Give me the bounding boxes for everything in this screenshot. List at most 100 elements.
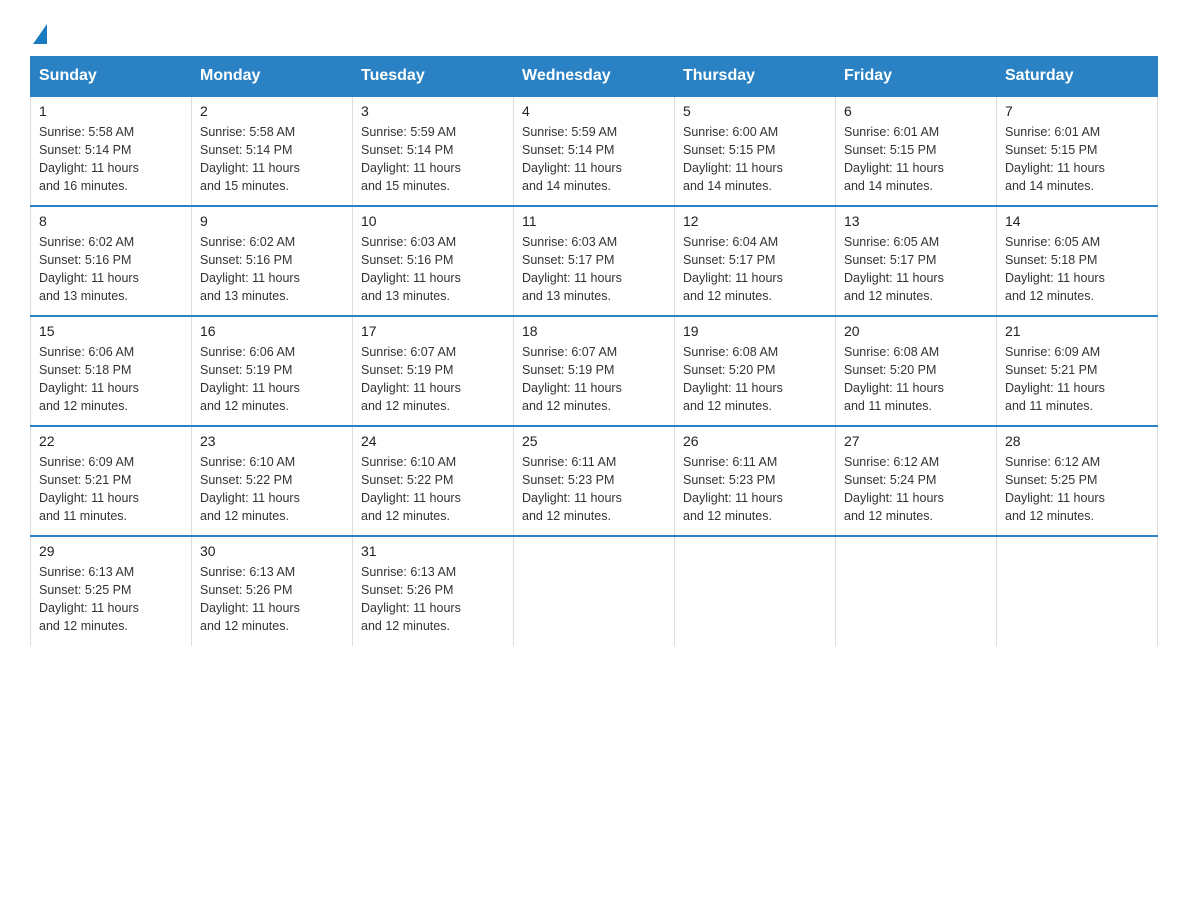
day-number: 12 (683, 213, 827, 229)
calendar-cell: 9 Sunrise: 6:02 AMSunset: 5:16 PMDayligh… (192, 206, 353, 316)
day-info: Sunrise: 6:13 AMSunset: 5:25 PMDaylight:… (39, 563, 183, 636)
calendar-cell: 4 Sunrise: 5:59 AMSunset: 5:14 PMDayligh… (514, 96, 675, 206)
calendar-week-row: 1 Sunrise: 5:58 AMSunset: 5:14 PMDayligh… (31, 96, 1158, 206)
calendar-cell: 24 Sunrise: 6:10 AMSunset: 5:22 PMDaylig… (353, 426, 514, 536)
calendar-cell: 10 Sunrise: 6:03 AMSunset: 5:16 PMDaylig… (353, 206, 514, 316)
calendar-cell (675, 536, 836, 646)
day-number: 24 (361, 433, 505, 449)
calendar-cell: 11 Sunrise: 6:03 AMSunset: 5:17 PMDaylig… (514, 206, 675, 316)
calendar-cell: 14 Sunrise: 6:05 AMSunset: 5:18 PMDaylig… (997, 206, 1158, 316)
day-info: Sunrise: 6:08 AMSunset: 5:20 PMDaylight:… (683, 343, 827, 416)
day-number: 25 (522, 433, 666, 449)
calendar-cell: 27 Sunrise: 6:12 AMSunset: 5:24 PMDaylig… (836, 426, 997, 536)
day-number: 18 (522, 323, 666, 339)
calendar-cell: 15 Sunrise: 6:06 AMSunset: 5:18 PMDaylig… (31, 316, 192, 426)
day-info: Sunrise: 6:03 AMSunset: 5:17 PMDaylight:… (522, 233, 666, 306)
calendar-cell: 16 Sunrise: 6:06 AMSunset: 5:19 PMDaylig… (192, 316, 353, 426)
day-number: 8 (39, 213, 183, 229)
day-number: 23 (200, 433, 344, 449)
day-info: Sunrise: 6:13 AMSunset: 5:26 PMDaylight:… (200, 563, 344, 636)
day-info: Sunrise: 6:03 AMSunset: 5:16 PMDaylight:… (361, 233, 505, 306)
day-number: 3 (361, 103, 505, 119)
calendar-cell: 28 Sunrise: 6:12 AMSunset: 5:25 PMDaylig… (997, 426, 1158, 536)
calendar-cell: 12 Sunrise: 6:04 AMSunset: 5:17 PMDaylig… (675, 206, 836, 316)
day-info: Sunrise: 6:04 AMSunset: 5:17 PMDaylight:… (683, 233, 827, 306)
day-number: 19 (683, 323, 827, 339)
day-number: 27 (844, 433, 988, 449)
calendar-cell: 25 Sunrise: 6:11 AMSunset: 5:23 PMDaylig… (514, 426, 675, 536)
day-info: Sunrise: 6:10 AMSunset: 5:22 PMDaylight:… (361, 453, 505, 526)
day-number: 17 (361, 323, 505, 339)
day-number: 29 (39, 543, 183, 559)
calendar-cell: 29 Sunrise: 6:13 AMSunset: 5:25 PMDaylig… (31, 536, 192, 646)
day-number: 30 (200, 543, 344, 559)
day-info: Sunrise: 6:09 AMSunset: 5:21 PMDaylight:… (39, 453, 183, 526)
day-info: Sunrise: 6:07 AMSunset: 5:19 PMDaylight:… (522, 343, 666, 416)
calendar-cell (836, 536, 997, 646)
day-number: 15 (39, 323, 183, 339)
day-info: Sunrise: 5:58 AMSunset: 5:14 PMDaylight:… (39, 123, 183, 196)
day-info: Sunrise: 6:07 AMSunset: 5:19 PMDaylight:… (361, 343, 505, 416)
calendar-cell: 3 Sunrise: 5:59 AMSunset: 5:14 PMDayligh… (353, 96, 514, 206)
logo-triangle-icon (33, 24, 47, 44)
day-info: Sunrise: 5:58 AMSunset: 5:14 PMDaylight:… (200, 123, 344, 196)
day-number: 10 (361, 213, 505, 229)
day-number: 5 (683, 103, 827, 119)
calendar-cell: 5 Sunrise: 6:00 AMSunset: 5:15 PMDayligh… (675, 96, 836, 206)
day-number: 6 (844, 103, 988, 119)
day-info: Sunrise: 6:09 AMSunset: 5:21 PMDaylight:… (1005, 343, 1149, 416)
day-info: Sunrise: 6:02 AMSunset: 5:16 PMDaylight:… (200, 233, 344, 306)
day-number: 11 (522, 213, 666, 229)
day-number: 1 (39, 103, 183, 119)
day-info: Sunrise: 6:01 AMSunset: 5:15 PMDaylight:… (1005, 123, 1149, 196)
calendar-cell: 31 Sunrise: 6:13 AMSunset: 5:26 PMDaylig… (353, 536, 514, 646)
calendar-week-row: 22 Sunrise: 6:09 AMSunset: 5:21 PMDaylig… (31, 426, 1158, 536)
calendar-cell: 21 Sunrise: 6:09 AMSunset: 5:21 PMDaylig… (997, 316, 1158, 426)
day-info: Sunrise: 6:05 AMSunset: 5:18 PMDaylight:… (1005, 233, 1149, 306)
day-number: 9 (200, 213, 344, 229)
day-number: 20 (844, 323, 988, 339)
day-number: 14 (1005, 213, 1149, 229)
weekday-header-tuesday: Tuesday (353, 57, 514, 97)
day-info: Sunrise: 6:01 AMSunset: 5:15 PMDaylight:… (844, 123, 988, 196)
day-info: Sunrise: 6:11 AMSunset: 5:23 PMDaylight:… (522, 453, 666, 526)
calendar-cell (997, 536, 1158, 646)
day-number: 22 (39, 433, 183, 449)
day-info: Sunrise: 5:59 AMSunset: 5:14 PMDaylight:… (361, 123, 505, 196)
calendar-week-row: 8 Sunrise: 6:02 AMSunset: 5:16 PMDayligh… (31, 206, 1158, 316)
calendar-cell: 6 Sunrise: 6:01 AMSunset: 5:15 PMDayligh… (836, 96, 997, 206)
day-info: Sunrise: 6:13 AMSunset: 5:26 PMDaylight:… (361, 563, 505, 636)
day-number: 31 (361, 543, 505, 559)
day-number: 21 (1005, 323, 1149, 339)
weekday-header-friday: Friday (836, 57, 997, 97)
calendar-cell: 19 Sunrise: 6:08 AMSunset: 5:20 PMDaylig… (675, 316, 836, 426)
day-info: Sunrise: 6:06 AMSunset: 5:19 PMDaylight:… (200, 343, 344, 416)
day-info: Sunrise: 6:08 AMSunset: 5:20 PMDaylight:… (844, 343, 988, 416)
calendar-cell: 8 Sunrise: 6:02 AMSunset: 5:16 PMDayligh… (31, 206, 192, 316)
calendar-cell: 22 Sunrise: 6:09 AMSunset: 5:21 PMDaylig… (31, 426, 192, 536)
calendar-cell: 18 Sunrise: 6:07 AMSunset: 5:19 PMDaylig… (514, 316, 675, 426)
weekday-header-thursday: Thursday (675, 57, 836, 97)
calendar-cell: 17 Sunrise: 6:07 AMSunset: 5:19 PMDaylig… (353, 316, 514, 426)
day-info: Sunrise: 6:05 AMSunset: 5:17 PMDaylight:… (844, 233, 988, 306)
day-number: 7 (1005, 103, 1149, 119)
day-number: 2 (200, 103, 344, 119)
day-info: Sunrise: 6:00 AMSunset: 5:15 PMDaylight:… (683, 123, 827, 196)
calendar-cell: 23 Sunrise: 6:10 AMSunset: 5:22 PMDaylig… (192, 426, 353, 536)
day-info: Sunrise: 6:02 AMSunset: 5:16 PMDaylight:… (39, 233, 183, 306)
calendar-table: SundayMondayTuesdayWednesdayThursdayFrid… (30, 56, 1158, 646)
calendar-week-row: 29 Sunrise: 6:13 AMSunset: 5:25 PMDaylig… (31, 536, 1158, 646)
day-number: 16 (200, 323, 344, 339)
calendar-week-row: 15 Sunrise: 6:06 AMSunset: 5:18 PMDaylig… (31, 316, 1158, 426)
calendar-cell: 26 Sunrise: 6:11 AMSunset: 5:23 PMDaylig… (675, 426, 836, 536)
weekday-header-monday: Monday (192, 57, 353, 97)
calendar-cell (514, 536, 675, 646)
day-info: Sunrise: 6:06 AMSunset: 5:18 PMDaylight:… (39, 343, 183, 416)
page-header (30, 20, 1158, 36)
day-number: 26 (683, 433, 827, 449)
day-info: Sunrise: 6:12 AMSunset: 5:25 PMDaylight:… (1005, 453, 1149, 526)
day-info: Sunrise: 6:11 AMSunset: 5:23 PMDaylight:… (683, 453, 827, 526)
calendar-header-row: SundayMondayTuesdayWednesdayThursdayFrid… (31, 57, 1158, 97)
day-number: 28 (1005, 433, 1149, 449)
calendar-cell: 20 Sunrise: 6:08 AMSunset: 5:20 PMDaylig… (836, 316, 997, 426)
